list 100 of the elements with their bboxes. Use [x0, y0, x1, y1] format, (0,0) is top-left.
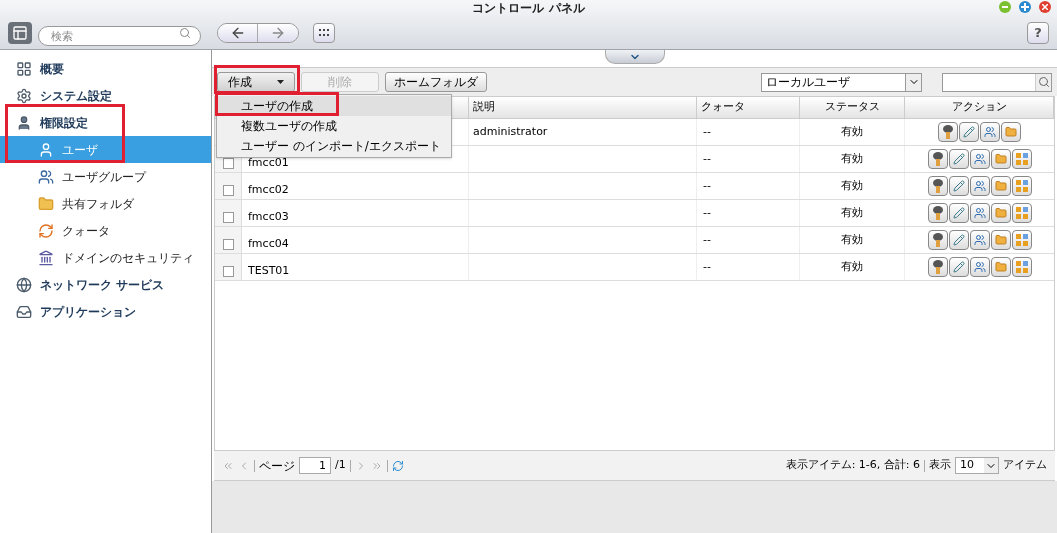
folder-icon: [994, 180, 1007, 192]
per-page-select[interactable]: 10: [955, 457, 999, 474]
pencil-icon: [952, 153, 965, 165]
folder-button[interactable]: [990, 203, 1011, 223]
edit-button[interactable]: [959, 122, 979, 142]
create-button[interactable]: 作成: [217, 72, 295, 92]
group-button[interactable]: [969, 230, 990, 250]
close-button[interactable]: [1039, 1, 1051, 13]
row-checkbox[interactable]: [222, 158, 234, 169]
sidebar-item[interactable]: クォータ: [0, 217, 211, 244]
folder-icon: [994, 261, 1007, 273]
group-button[interactable]: [969, 176, 990, 196]
user-type-select[interactable]: ローカルユーザ: [761, 72, 922, 92]
table-cell-text: 有効: [841, 258, 863, 275]
folder-icon: [994, 153, 1007, 165]
minimize-button[interactable]: [999, 1, 1011, 13]
sidebar-item[interactable]: アプリケーション: [0, 298, 211, 325]
group-button[interactable]: [969, 149, 990, 169]
folder-button[interactable]: [990, 149, 1011, 169]
row-checkbox[interactable]: [222, 212, 234, 223]
grid-icon: [1015, 153, 1028, 165]
apps-menu-button[interactable]: [313, 22, 335, 43]
folder-icon: [994, 234, 1007, 246]
sidebar-item[interactable]: 権限設定: [0, 109, 211, 136]
key-button[interactable]: [927, 149, 948, 169]
group-icon: [984, 126, 996, 138]
column-header[interactable]: クォータ: [701, 99, 745, 116]
forward-button[interactable]: [258, 23, 298, 42]
apps-button[interactable]: [1011, 257, 1032, 277]
globe-icon: [16, 276, 32, 293]
grid-icon: [1015, 261, 1028, 273]
sidebar-item[interactable]: ユーザグループ: [0, 163, 211, 190]
refresh-icon[interactable]: [391, 459, 404, 472]
column-header[interactable]: 説明: [473, 99, 495, 116]
edit-button[interactable]: [948, 257, 969, 277]
pencil-icon: [952, 261, 965, 273]
group-button[interactable]: [980, 122, 1000, 142]
grid-icon: [1015, 234, 1028, 246]
table-cell: fmcc01: [248, 154, 289, 171]
sidebar-item[interactable]: ドメインのセキュリティ: [0, 244, 211, 271]
page-field[interactable]: 1: [299, 457, 331, 474]
plus-icon: [1021, 3, 1029, 11]
apps-button[interactable]: [1011, 149, 1032, 169]
help-button[interactable]: ?: [1027, 21, 1049, 44]
key-button[interactable]: [927, 230, 948, 250]
row-checkbox[interactable]: [222, 266, 234, 277]
folder-button[interactable]: [990, 230, 1011, 250]
row-checkbox[interactable]: [222, 185, 234, 196]
window-title: コントロール パネル: [472, 0, 585, 17]
items-label: アイテム: [1003, 457, 1047, 474]
table-cell: fmcc04: [248, 235, 289, 252]
key-button[interactable]: [927, 257, 948, 277]
settings-icon: [16, 87, 32, 104]
folder-button[interactable]: [1001, 122, 1021, 142]
edit-button[interactable]: [948, 176, 969, 196]
apps-button[interactable]: [1011, 230, 1032, 250]
item-summary: 表示アイテム: 1-6, 合計: 6: [785, 457, 920, 474]
pencil-icon: [963, 126, 975, 138]
column-header[interactable]: ステータス: [824, 99, 880, 116]
search-field[interactable]: 検索: [38, 26, 201, 46]
key-button[interactable]: [927, 176, 948, 196]
table-cell-text: 有効: [841, 123, 863, 140]
table-cell-text: 有効: [841, 150, 863, 167]
panel-icon: [12, 24, 28, 41]
edit-button[interactable]: [948, 203, 969, 223]
table-cell-text: --: [703, 204, 711, 221]
home-folder-button[interactable]: ホームフォルダ: [385, 72, 487, 92]
sidebar-item[interactable]: 共有フォルダ: [0, 190, 211, 217]
sidebar-item[interactable]: 概要: [0, 55, 211, 82]
menu-item[interactable]: ユーザの作成: [217, 96, 451, 116]
maximize-button[interactable]: [1019, 1, 1031, 13]
search-icon: [1037, 76, 1050, 88]
sidebar-item[interactable]: ネットワーク サービス: [0, 271, 211, 298]
group-icon: [973, 261, 986, 273]
column-header[interactable]: アクション: [951, 99, 1007, 116]
table-cell-text: --: [703, 150, 711, 167]
table-cell: fmcc03: [248, 208, 289, 225]
panel-toggle-button[interactable]: [8, 21, 32, 44]
group-button[interactable]: [969, 257, 990, 277]
apps-button[interactable]: [1011, 203, 1032, 223]
key-button[interactable]: [938, 122, 958, 142]
table-cell-text: --: [703, 231, 711, 248]
back-button[interactable]: [218, 23, 258, 42]
group-button[interactable]: [969, 203, 990, 223]
page-total: /1: [335, 457, 346, 474]
menu-item[interactable]: 複数ユーザの作成: [217, 116, 451, 136]
filter-search-field[interactable]: [942, 72, 1052, 92]
folder-icon: [1005, 126, 1017, 138]
table-cell-text: 有効: [841, 177, 863, 194]
edit-button[interactable]: [948, 149, 969, 169]
sidebar-item[interactable]: システム設定: [0, 82, 211, 109]
key-button[interactable]: [927, 203, 948, 223]
grid-icon: [1015, 180, 1028, 192]
folder-button[interactable]: [990, 176, 1011, 196]
row-checkbox[interactable]: [222, 239, 234, 250]
collapse-tab[interactable]: [604, 50, 665, 64]
apps-button[interactable]: [1011, 176, 1032, 196]
folder-button[interactable]: [990, 257, 1011, 277]
menu-item[interactable]: ユーザー のインポート/エクスポート: [217, 136, 451, 156]
edit-button[interactable]: [948, 230, 969, 250]
